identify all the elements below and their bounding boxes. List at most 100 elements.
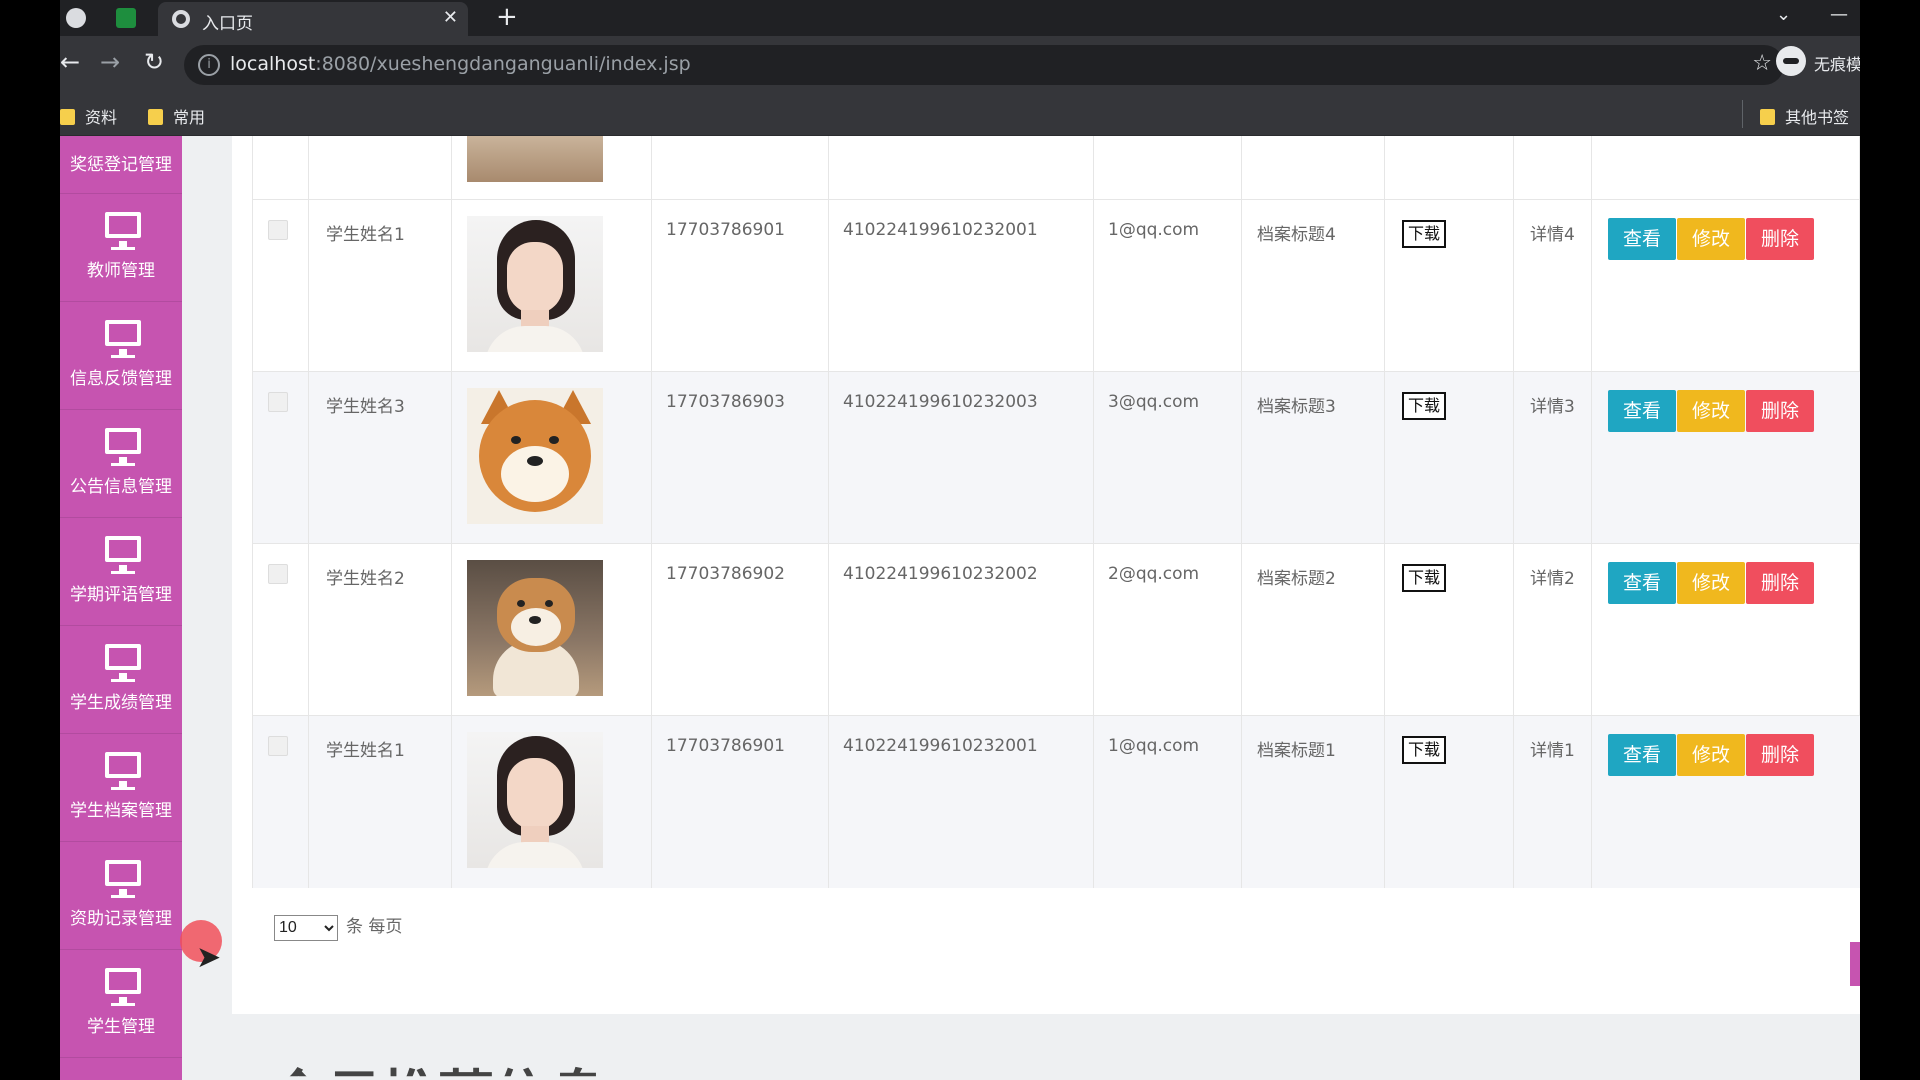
- delete-button[interactable]: 删除: [1746, 562, 1814, 604]
- sidebar-item-aid[interactable]: 资助记录管理: [60, 842, 182, 950]
- chevron-down-icon[interactable]: ⌄: [1776, 4, 1791, 25]
- photo-art: [467, 136, 603, 182]
- column-divider: [1384, 136, 1385, 888]
- other-bookmarks[interactable]: 其他书签: [1760, 104, 1849, 128]
- sidebar: 奖惩登记管理 教师管理 信息反馈管理 公告信息管理 学期评语管理 学生成绩管理 …: [60, 136, 182, 1080]
- row-checkbox[interactable]: [268, 392, 288, 412]
- per-page-label: 条 每页: [346, 917, 403, 937]
- close-icon[interactable]: ✕: [443, 7, 458, 28]
- photo-art: [467, 560, 603, 696]
- sidebar-item-teacher[interactable]: 教师管理: [60, 194, 182, 302]
- view-button[interactable]: 查看: [1608, 734, 1676, 776]
- row-checkbox[interactable]: [268, 220, 288, 240]
- monitor-icon: [105, 752, 141, 790]
- column-divider: [1591, 136, 1592, 888]
- phone: 17703786903: [666, 392, 785, 412]
- student-photo: [467, 216, 603, 352]
- divider: [1742, 100, 1743, 128]
- delete-button[interactable]: 删除: [1746, 390, 1814, 432]
- download-link[interactable]: 下载: [1402, 220, 1446, 248]
- sidebar-item-student[interactable]: 学生管理: [60, 950, 182, 1058]
- browser-toolbar: ← → ↻ i localhost:8080/xueshengdangangua…: [60, 36, 1860, 94]
- reload-icon[interactable]: ↻: [144, 48, 164, 76]
- incognito-profile[interactable]: 无痕模: [1776, 46, 1860, 82]
- site-info-icon[interactable]: i: [198, 54, 220, 76]
- column-divider: [651, 136, 652, 888]
- bookmark-folder[interactable]: 资料: [60, 104, 117, 128]
- sidebar-item-label: 学生成绩管理: [70, 693, 172, 713]
- bookmarks-bar: 资料 常用 其他书签: [60, 94, 1860, 136]
- table-row: 学生姓名2 17703786902 410224199610232002 2@q…: [253, 544, 1860, 716]
- sidebar-item-comment[interactable]: 学期评语管理: [60, 518, 182, 626]
- delete-button[interactable]: 删除: [1746, 734, 1814, 776]
- mouse-cursor-icon: ➤: [196, 940, 222, 975]
- detail: 详情4: [1530, 225, 1575, 245]
- back-icon[interactable]: ←: [60, 48, 80, 76]
- id-number: 410224199610232001: [843, 220, 1038, 240]
- archive-title: 档案标题2: [1257, 569, 1336, 589]
- sidebar-item-feedback[interactable]: 信息反馈管理: [60, 302, 182, 410]
- photo-art: [467, 732, 603, 868]
- tab-strip: 入口页 ✕ + ⌄ —: [60, 0, 1860, 36]
- monitor-icon: [105, 320, 141, 358]
- row-checkbox[interactable]: [268, 564, 288, 584]
- monitor-icon: [105, 428, 141, 466]
- page-size-select[interactable]: 10: [274, 914, 338, 941]
- sheet-app-icon[interactable]: [116, 8, 136, 28]
- minimize-button[interactable]: —: [1830, 4, 1848, 25]
- student-photo: [467, 560, 603, 696]
- address-bar[interactable]: i localhost:8080/xueshengdanganguanli/in…: [184, 45, 1784, 85]
- sidebar-item-reward[interactable]: 奖惩登记管理: [60, 136, 182, 194]
- tab-active[interactable]: 入口页 ✕: [158, 2, 468, 36]
- monitor-icon: [105, 644, 141, 682]
- url-text[interactable]: localhost:8080/xueshengdanganguanli/inde…: [230, 53, 691, 75]
- sidebar-item-grades[interactable]: 学生成绩管理: [60, 626, 182, 734]
- email: 1@qq.com: [1108, 736, 1200, 756]
- download-link[interactable]: 下载: [1402, 564, 1446, 592]
- column-divider: [451, 136, 452, 888]
- download-link[interactable]: 下载: [1402, 736, 1446, 764]
- content-panel: 学生姓名1 17703786901 410224199610232001 1@q…: [232, 136, 1860, 1014]
- view-button[interactable]: 查看: [1608, 390, 1676, 432]
- id-number: 410224199610232003: [843, 392, 1038, 412]
- forward-icon[interactable]: →: [100, 48, 120, 76]
- sidebar-item-label: 学期评语管理: [70, 585, 172, 605]
- email: 1@qq.com: [1108, 220, 1200, 240]
- sidebar-item-notice[interactable]: 公告信息管理: [60, 410, 182, 518]
- folder-icon: [60, 109, 75, 125]
- archive-title: 档案标题3: [1257, 397, 1336, 417]
- globe-icon[interactable]: [66, 8, 86, 28]
- view-button[interactable]: 查看: [1608, 562, 1676, 604]
- edit-button[interactable]: 修改: [1677, 390, 1745, 432]
- data-table: 学生姓名1 17703786901 410224199610232001 1@q…: [252, 136, 1860, 888]
- download-link[interactable]: 下载: [1402, 392, 1446, 420]
- column-divider: [308, 136, 309, 888]
- sidebar-item-label: 奖惩登记管理: [70, 155, 172, 175]
- delete-button[interactable]: 删除: [1746, 218, 1814, 260]
- edit-button[interactable]: 修改: [1677, 734, 1745, 776]
- archive-title: 档案标题4: [1257, 225, 1336, 245]
- view-button[interactable]: 查看: [1608, 218, 1676, 260]
- student-name: 学生姓名2: [326, 569, 405, 589]
- edit-button[interactable]: 修改: [1677, 562, 1745, 604]
- section-title: 今日推荐信息: [270, 1052, 606, 1076]
- bookmark-star-icon[interactable]: ☆: [1752, 51, 1772, 76]
- table-row: 学生姓名3 17703786903 410224199610232003 3@q…: [253, 372, 1860, 544]
- folder-icon: [148, 109, 163, 125]
- monitor-icon: [105, 968, 141, 1006]
- incognito-icon: [1776, 46, 1806, 76]
- new-tab-button[interactable]: +: [496, 2, 518, 32]
- globe-icon: [172, 10, 190, 28]
- column-divider: [828, 136, 829, 888]
- phone: 17703786901: [666, 736, 785, 756]
- bookmark-folder[interactable]: 常用: [148, 104, 205, 128]
- student-name: 学生姓名1: [326, 225, 405, 245]
- sidebar-item-archive[interactable]: 学生档案管理: [60, 734, 182, 842]
- row-checkbox[interactable]: [268, 736, 288, 756]
- edit-button[interactable]: 修改: [1677, 218, 1745, 260]
- student-name: 学生姓名3: [326, 397, 405, 417]
- sidebar-item-label: 信息反馈管理: [70, 369, 172, 389]
- pagination: 10 条 每页: [274, 912, 402, 941]
- tab-title: 入口页: [202, 14, 253, 34]
- column-divider: [1241, 136, 1242, 888]
